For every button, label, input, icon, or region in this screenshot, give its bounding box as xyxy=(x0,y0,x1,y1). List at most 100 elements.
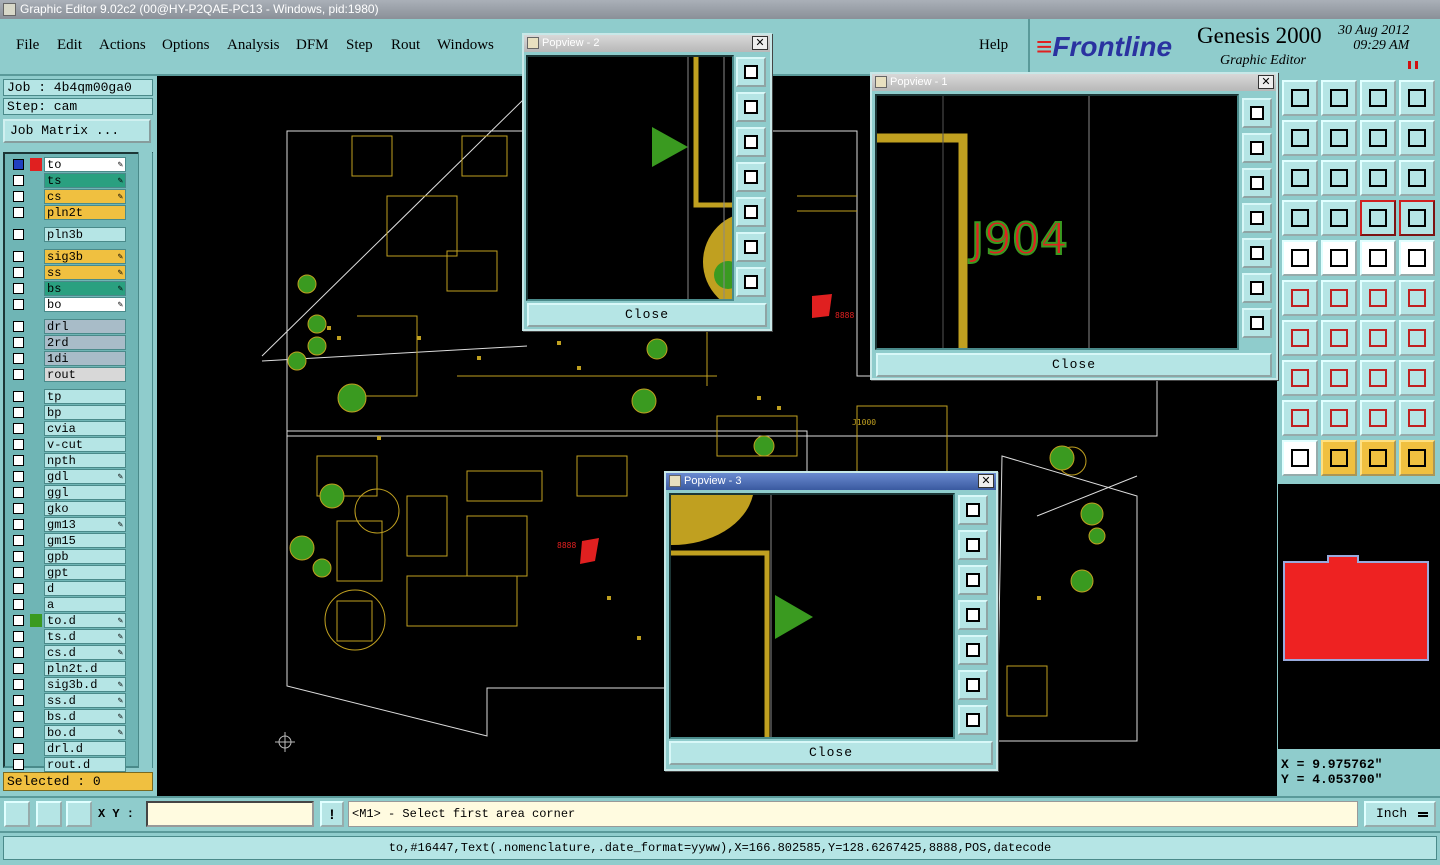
close-icon[interactable]: ✕ xyxy=(978,474,994,488)
layer-checkbox[interactable] xyxy=(13,337,24,348)
pan-up-icon[interactable] xyxy=(958,530,988,560)
layer-row[interactable]: gpb xyxy=(8,549,126,564)
layer-color-mark[interactable] xyxy=(30,282,42,295)
layer-row[interactable]: cs.d ✎ xyxy=(8,645,126,660)
tri-a-icon[interactable] xyxy=(1282,400,1318,436)
layer-name[interactable]: bs ✎ xyxy=(44,281,126,296)
layer-color-mark[interactable] xyxy=(30,518,42,531)
layer-checkbox[interactable] xyxy=(13,519,24,530)
layer-row[interactable]: rout xyxy=(8,367,126,382)
tri-d-icon[interactable] xyxy=(1399,400,1435,436)
layer-name[interactable]: rout.d xyxy=(44,757,126,772)
layer-checkbox[interactable] xyxy=(13,353,24,364)
move-left-icon[interactable] xyxy=(1282,120,1318,156)
menu-dfm[interactable]: DFM xyxy=(296,37,329,54)
layer-name[interactable]: ts ✎ xyxy=(44,173,126,188)
pan-left-icon[interactable] xyxy=(1242,203,1272,233)
layer-name[interactable]: gdl ✎ xyxy=(44,469,126,484)
layer-row[interactable]: gm15 xyxy=(8,533,126,548)
board-overview[interactable] xyxy=(1278,484,1440,749)
layer-color-mark[interactable] xyxy=(30,206,42,219)
layer-row[interactable]: bo.d ✎ xyxy=(8,725,126,740)
popview-2-titlebar[interactable]: Popview - 2 ✕ xyxy=(524,35,770,52)
layer-color-mark[interactable] xyxy=(30,352,42,365)
layer-name[interactable]: 1di xyxy=(44,351,126,366)
menu-step[interactable]: Step xyxy=(346,37,373,54)
layer-name[interactable]: gpb xyxy=(44,549,126,564)
step-down-icon[interactable] xyxy=(1321,80,1357,116)
rotate-arc-icon[interactable] xyxy=(1360,320,1396,356)
alert-button[interactable]: ! xyxy=(320,801,344,827)
popview-3-window[interactable]: Popview - 3 ✕ Close xyxy=(664,471,998,771)
arrow-a-icon[interactable] xyxy=(1360,280,1396,316)
layer-color-mark[interactable] xyxy=(30,614,42,627)
pan-left-icon[interactable] xyxy=(958,600,988,630)
layer-row[interactable]: ss ✎ xyxy=(8,265,126,280)
layer-name[interactable]: rout xyxy=(44,367,126,382)
pointer-b-icon[interactable] xyxy=(1321,440,1357,476)
layer-name[interactable]: to ✎ xyxy=(44,157,126,172)
job-matrix-button[interactable]: Job Matrix ... xyxy=(3,119,151,143)
layer-checkbox[interactable] xyxy=(13,727,24,738)
popview-3-close-button[interactable]: Close xyxy=(669,741,993,765)
layer-name[interactable]: drl.d xyxy=(44,741,126,756)
layer-checkbox[interactable] xyxy=(13,599,24,610)
layer-checkbox[interactable] xyxy=(13,711,24,722)
layer-row[interactable]: sig3b ✎ xyxy=(8,249,126,264)
arrow-b-icon[interactable] xyxy=(1399,280,1435,316)
layer-row[interactable]: bp xyxy=(8,405,126,420)
layer-row[interactable]: bo ✎ xyxy=(8,297,126,312)
layer-name[interactable]: to.d ✎ xyxy=(44,613,126,628)
layer-name[interactable]: d xyxy=(44,581,126,596)
menu-file[interactable]: File xyxy=(16,37,39,54)
popview-2-view[interactable] xyxy=(526,55,734,301)
layer-color-mark[interactable] xyxy=(30,486,42,499)
menu-options[interactable]: Options xyxy=(162,37,210,54)
layer-name[interactable]: sig3b ✎ xyxy=(44,249,126,264)
zoom-area-icon[interactable] xyxy=(1321,160,1357,196)
layer-color-mark[interactable] xyxy=(30,566,42,579)
layer-name[interactable]: pln3b xyxy=(44,227,126,242)
home-icon[interactable] xyxy=(1360,80,1396,116)
menu-analysis[interactable]: Analysis xyxy=(227,37,280,54)
layer-name[interactable]: ss.d ✎ xyxy=(44,693,126,708)
popview-3-titlebar[interactable]: Popview - 3 ✕ xyxy=(666,473,996,490)
layer-row[interactable]: d xyxy=(8,581,126,596)
popview-2-window[interactable]: Popview - 2 ✕ Close xyxy=(522,33,772,331)
step-up-icon[interactable] xyxy=(1282,80,1318,116)
letter-f-icon[interactable] xyxy=(1399,320,1435,356)
popview-1-window[interactable]: Popview - 1 ✕ J904 Close xyxy=(870,72,1278,380)
layer-name[interactable]: bo ✎ xyxy=(44,297,126,312)
layer-color-mark[interactable] xyxy=(30,174,42,187)
zoom-out-icon[interactable] xyxy=(958,670,988,700)
menu-edit[interactable]: Edit xyxy=(57,37,82,54)
pan-right-icon[interactable] xyxy=(736,197,766,227)
close-icon[interactable]: ✕ xyxy=(1258,75,1274,89)
pan-up-icon[interactable] xyxy=(1242,133,1272,163)
layer-row[interactable]: to.d ✎ xyxy=(8,613,126,628)
layer-checkbox[interactable] xyxy=(13,455,24,466)
layer-color-mark[interactable] xyxy=(30,502,42,515)
minus-icon[interactable] xyxy=(1321,360,1357,396)
layer-row[interactable]: drl xyxy=(8,319,126,334)
layer-scrollbar[interactable] xyxy=(138,152,152,768)
zoom-in-icon[interactable] xyxy=(1242,308,1272,338)
close-icon[interactable]: ✕ xyxy=(752,36,768,50)
layer-row[interactable]: npth xyxy=(8,453,126,468)
layer-checkbox[interactable] xyxy=(13,695,24,706)
layer-color-mark[interactable] xyxy=(30,250,42,263)
layer-row[interactable]: pln2t xyxy=(8,205,126,220)
layer-color-mark[interactable] xyxy=(30,662,42,675)
layer-name[interactable]: pln2t.d xyxy=(44,661,126,676)
select-circle-icon[interactable] xyxy=(1282,240,1318,276)
layer-checkbox[interactable] xyxy=(13,369,24,380)
layer-row[interactable]: gko xyxy=(8,501,126,516)
layer-checkbox[interactable] xyxy=(13,175,24,186)
layer-row[interactable]: 2rd xyxy=(8,335,126,350)
measure-icon[interactable] xyxy=(36,801,62,827)
layer-name[interactable]: v-cut xyxy=(44,437,126,452)
layer-checkbox[interactable] xyxy=(13,615,24,626)
layer-row[interactable]: sig3b.d ✎ xyxy=(8,677,126,692)
pan-right-icon[interactable] xyxy=(958,635,988,665)
zoom-fit-icon[interactable] xyxy=(736,57,766,87)
